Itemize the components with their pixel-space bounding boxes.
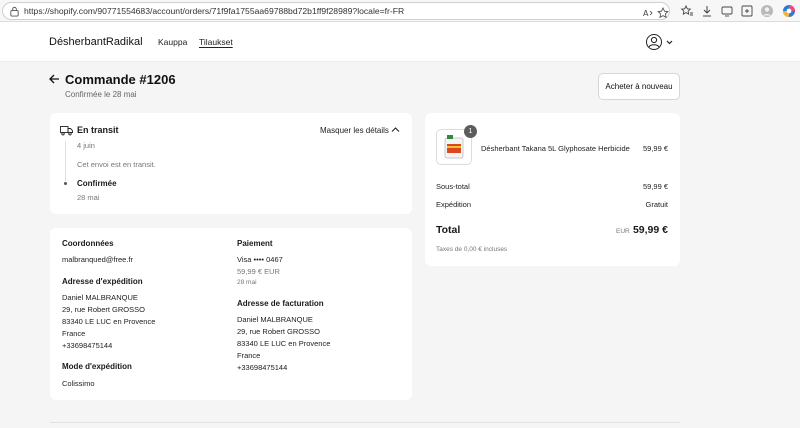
hide-details-link[interactable]: Masquer les détails [320, 126, 389, 135]
account-menu-button[interactable] [645, 33, 677, 51]
nav-link-orders[interactable]: Tilaukset [199, 37, 233, 47]
product-name[interactable]: Désherbant Takana 5L Glyphosate Herbicid… [481, 144, 630, 153]
back-arrow-icon[interactable] [48, 73, 60, 85]
timeline-line [65, 141, 66, 181]
status-in-transit: En transit [77, 125, 119, 135]
downloads-icon[interactable] [700, 4, 714, 18]
favorite-star-icon[interactable] [657, 7, 669, 19]
subtotal-value: 59,99 € [642, 182, 668, 191]
transit-message: Cet envoi est en transit. [77, 160, 156, 169]
total-value: 59,99 € [632, 224, 668, 236]
favorites-icon[interactable] [680, 4, 694, 18]
quantity-badge: 1 [464, 125, 477, 138]
shipping-method-heading: Mode d'expédition [62, 362, 132, 371]
browser-toolbar: https://shopify.com/90771554683/account/… [0, 0, 800, 22]
shipping-address-line: 29, rue Robert GROSSO [62, 305, 145, 314]
billing-address-line: 29, rue Robert GROSSO [237, 327, 320, 336]
shipping-address-line: +33698475144 [62, 341, 113, 350]
buy-again-button[interactable]: Acheter à nouveau [598, 73, 680, 100]
product-price: 59,99 € [642, 144, 668, 153]
shipping-address-heading: Adresse d'expédition [62, 277, 143, 286]
payment-date: 28 mai [237, 279, 257, 286]
billing-address-line: Daniel MALBRANQUE [237, 315, 313, 324]
shipping-value: Gratuit [645, 200, 668, 209]
shipping-method: Colissimo [62, 379, 95, 388]
order-title: Commande #1206 [65, 72, 176, 87]
confirmed-date: 28 mai [77, 193, 100, 202]
shipping-label: Expédition [436, 200, 472, 209]
shipping-address-line: France [62, 329, 86, 338]
order-summary-card: 1 Désherbant Takana 5L Glyphosate Herbic… [425, 113, 680, 266]
payment-heading: Paiement [237, 239, 273, 248]
collections-icon[interactable] [740, 4, 754, 18]
delivery-truck-icon [60, 126, 73, 136]
contact-heading: Coordonnées [62, 239, 114, 248]
payment-card: Visa •••• 0467 [237, 255, 283, 264]
billing-address-line: 83340 LE LUC en Provence [237, 339, 331, 348]
transit-date: 4 juin [77, 141, 95, 150]
chevron-up-icon[interactable] [391, 126, 400, 133]
profile-avatar-icon[interactable] [760, 4, 774, 18]
nav-link-shop[interactable]: Kauppa [158, 37, 187, 47]
contact-email: malbranqued@free.fr [62, 255, 133, 264]
footer-divider [50, 422, 680, 423]
store-header: DésherbantRadikal Kauppa Tilaukset [0, 22, 800, 62]
taxes-note: Taxes de 0,00 € incluses [436, 246, 508, 253]
shipping-address-line: Daniel MALBRANQUE [62, 293, 138, 302]
url-text[interactable]: https://shopify.com/90771554683/account/… [24, 6, 404, 16]
subtotal-label: Sous-total [436, 182, 470, 191]
svg-text:A: A [643, 9, 649, 18]
billing-address-heading: Adresse de facturation [237, 299, 324, 308]
screen-capture-icon[interactable] [720, 4, 734, 18]
billing-address-line: +33698475144 [237, 363, 288, 372]
total-label: Total [436, 224, 461, 236]
timeline-dot [64, 182, 67, 185]
shipping-address-line: 83340 LE LUC en Provence [62, 317, 156, 326]
status-confirmed: Confirmée [77, 179, 117, 188]
site-info-icon[interactable] [9, 6, 20, 17]
payment-amount: 59,99 € EUR [237, 267, 280, 276]
store-logo[interactable]: DésherbantRadikal [49, 36, 143, 48]
copilot-icon[interactable] [782, 4, 796, 18]
address-bar[interactable]: https://shopify.com/90771554683/account/… [2, 2, 670, 20]
read-aloud-icon[interactable]: A [642, 7, 654, 19]
billing-address-line: France [237, 351, 261, 360]
order-confirmed-date: Confirmée le 28 mai [65, 90, 137, 99]
total-currency: EUR [616, 228, 630, 235]
order-details-card: Coordonnées malbranqued@free.fr Adresse … [50, 228, 412, 400]
shipment-status-card: En transit 4 juin Cet envoi est en trans… [50, 113, 412, 214]
